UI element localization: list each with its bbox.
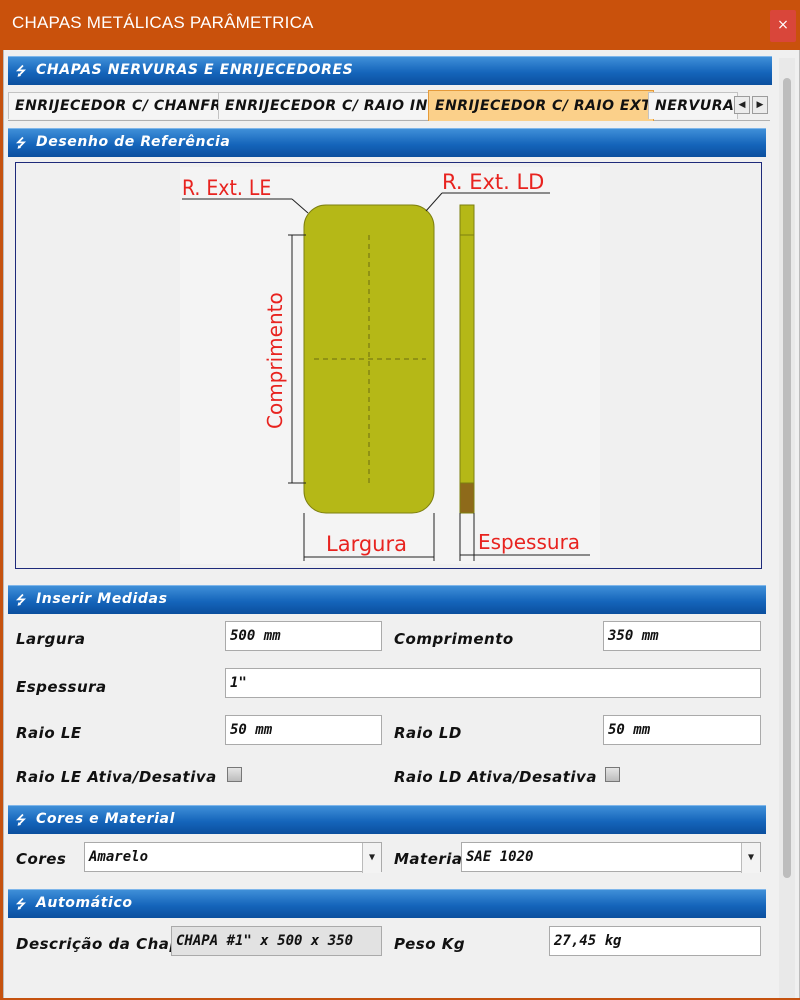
- label-re-ld: R. Ext. LD: [442, 170, 544, 194]
- label-largura: Largura: [326, 532, 407, 556]
- section-measures-bar[interactable]: ⭍ Inserir Medidas: [8, 585, 766, 614]
- descricao-label: Descrição da Chapa: [16, 935, 192, 953]
- reference-drawing-frame: R. Ext. LE R. Ext. LD Comprimento Largur…: [15, 162, 762, 569]
- descricao-field: CHAPA #1" x 500 x 350: [171, 926, 382, 956]
- peso-input[interactable]: 27,45 kg: [549, 926, 761, 956]
- chevron-down-icon: ⭍: [16, 64, 26, 78]
- label-re-le: R. Ext. LE: [182, 176, 271, 200]
- chevron-down-icon: ⭍: [16, 136, 26, 150]
- close-button[interactable]: ×: [770, 10, 796, 42]
- plate-side: [459, 204, 475, 514]
- raio-ld-toggle-label: Raio LD Ativa/Desativa: [394, 768, 597, 786]
- espessura-label: Espessura: [16, 678, 107, 696]
- chevron-down-icon: ⭍: [16, 593, 26, 607]
- chevron-down-icon: ⭍: [16, 813, 26, 827]
- tab-scroll-left-icon[interactable]: ◀: [734, 96, 750, 114]
- tab-nervuras[interactable]: NERVURAS: [648, 92, 738, 119]
- raio-ld-input[interactable]: 50 mm: [603, 715, 761, 745]
- section-reference-title: Desenho de Referência: [36, 134, 231, 150]
- raio-ld-label: Raio LD: [394, 724, 462, 742]
- title-bar: CHAPAS METÁLICAS PARÂMETRICA ×: [0, 0, 800, 50]
- cores-select[interactable]: Amarelo ▼: [84, 842, 382, 873]
- label-comprimento: Comprimento: [263, 292, 287, 429]
- espessura-input[interactable]: 1": [225, 668, 761, 698]
- section-auto-title: Automático: [36, 895, 133, 911]
- chevron-down-icon: ⭍: [16, 897, 26, 911]
- raio-le-input[interactable]: 50 mm: [225, 715, 382, 745]
- section-measures-title: Inserir Medidas: [36, 591, 168, 607]
- tab-scroll-right-icon[interactable]: ▶: [752, 96, 768, 114]
- comprimento-input[interactable]: 350 mm: [603, 621, 761, 651]
- scrollbar-thumb[interactable]: [783, 78, 791, 878]
- tab-enrijecedor-raio-int[interactable]: ENRIJECEDOR C/ RAIO INT.: [218, 92, 438, 119]
- reference-drawing: R. Ext. LE R. Ext. LD Comprimento Largur…: [180, 167, 600, 564]
- tab-strip: ENRIJECEDOR C/ CHANFRO ENRIJECEDOR C/ RA…: [8, 90, 770, 121]
- label-espessura: Espessura: [478, 530, 580, 554]
- window-title: CHAPAS METÁLICAS PARÂMETRICA: [12, 13, 314, 32]
- close-icon: ×: [777, 17, 789, 33]
- comprimento-label: Comprimento: [394, 630, 514, 648]
- raio-le-toggle-label: Raio LE Ativa/Desativa: [16, 768, 217, 786]
- cores-label: Cores: [16, 850, 67, 868]
- raio-le-checkbox[interactable]: [227, 767, 242, 782]
- material-value: SAE 1020: [466, 849, 534, 865]
- material-label: Material: [394, 850, 469, 868]
- largura-label: Largura: [16, 630, 86, 648]
- section-colors-title: Cores e Material: [36, 811, 175, 827]
- raio-ld-checkbox[interactable]: [605, 767, 620, 782]
- cores-value: Amarelo: [89, 849, 149, 865]
- chevron-down-icon[interactable]: ▼: [362, 843, 381, 873]
- header-bar[interactable]: ⭍ CHAPAS NERVURAS E ENRIJECEDORES: [8, 56, 772, 85]
- header-bar-title: CHAPAS NERVURAS E ENRIJECEDORES: [36, 62, 354, 78]
- largura-input[interactable]: 500 mm: [225, 621, 382, 651]
- section-auto-bar[interactable]: ⭍ Automático: [8, 889, 766, 918]
- tab-enrijecedor-raio-ext[interactable]: ENRIJECEDOR C/ RAIO EXT.: [428, 90, 654, 121]
- material-select[interactable]: SAE 1020 ▼: [461, 842, 761, 873]
- peso-label: Peso Kg: [394, 935, 466, 953]
- chevron-down-icon[interactable]: ▼: [741, 843, 760, 873]
- section-colors-bar[interactable]: ⭍ Cores e Material: [8, 805, 766, 834]
- plate-side-bottom: [459, 482, 475, 514]
- tab-enrijecedor-chanfro[interactable]: ENRIJECEDOR C/ CHANFRO: [8, 92, 220, 119]
- vertical-scrollbar[interactable]: [779, 58, 795, 998]
- section-reference-bar[interactable]: ⭍ Desenho de Referência: [8, 128, 766, 157]
- raio-le-label: Raio LE: [16, 724, 82, 742]
